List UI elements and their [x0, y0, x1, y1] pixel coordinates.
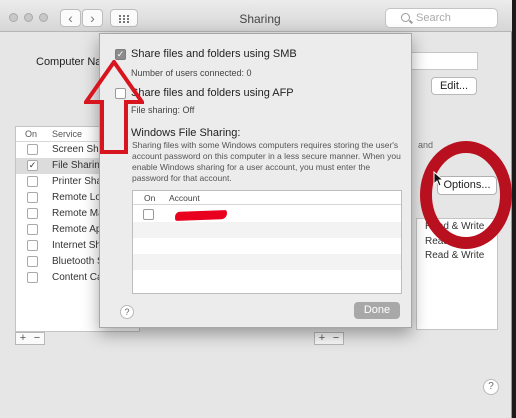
col-on-header: On	[144, 193, 156, 203]
help-button[interactable]: ?	[483, 379, 499, 395]
title-bar: ‹ › Sharing Search	[0, 0, 512, 32]
afp-label: Share files and folders using AFP	[131, 87, 294, 99]
service-checkbox[interactable]	[27, 224, 38, 235]
table-row	[133, 222, 401, 238]
zoom-window-button[interactable]	[39, 13, 48, 22]
col-on-header: On	[25, 129, 38, 139]
close-window-button[interactable]	[9, 13, 18, 22]
mouse-pointer-icon	[433, 171, 445, 187]
accounts-table: On Account	[132, 190, 402, 294]
accounts-header: On Account	[133, 191, 401, 205]
smb-checkbox[interactable]: ✓	[115, 49, 126, 60]
red-arrow-annotation	[84, 60, 144, 154]
smb-label: Share files and folders using SMB	[131, 48, 297, 60]
users-add-remove: + −	[314, 332, 344, 345]
table-row	[133, 254, 401, 270]
service-checkbox[interactable]	[27, 240, 38, 251]
col-service-header: Service	[52, 129, 83, 139]
show-all-grid-button[interactable]	[110, 9, 138, 27]
window-title: Sharing	[239, 12, 281, 26]
remove-service-button[interactable]: −	[30, 333, 44, 344]
service-label: Content Ca	[52, 272, 103, 283]
sharing-options-sheet: ✓ Share files and folders using SMB Numb…	[99, 33, 412, 328]
table-row[interactable]	[133, 206, 401, 222]
smb-status: Number of users connected: 0	[131, 68, 252, 78]
add-service-button[interactable]: +	[16, 333, 30, 344]
services-add-remove: + −	[15, 332, 45, 345]
service-label: Printer Sha	[52, 176, 103, 187]
service-label: Internet Sh	[52, 240, 101, 251]
back-button[interactable]: ‹	[60, 9, 81, 27]
search-icon	[401, 13, 410, 22]
forward-button[interactable]: ›	[82, 9, 103, 27]
windows-sharing-description: Sharing files with some Windows computer…	[132, 140, 401, 183]
service-label: Remote Ap	[52, 224, 102, 235]
service-label: File Sharing	[52, 160, 106, 171]
table-row	[133, 270, 401, 286]
search-field[interactable]: Search	[385, 8, 498, 28]
redaction-mark	[174, 210, 228, 221]
service-checkbox[interactable]: ✓	[27, 160, 38, 171]
sharing-window: ‹ › Sharing Search Computer Na Edit... O…	[0, 0, 512, 418]
table-row	[133, 238, 401, 254]
red-circle-annotation	[420, 141, 512, 249]
search-placeholder: Search	[416, 12, 451, 24]
sheet-help-button[interactable]: ?	[120, 305, 134, 319]
service-checkbox[interactable]	[27, 208, 38, 219]
service-checkbox[interactable]	[27, 256, 38, 267]
service-checkbox[interactable]	[27, 144, 38, 155]
edit-button[interactable]: Edit...	[431, 77, 477, 95]
account-checkbox[interactable]	[143, 209, 154, 220]
add-user-button[interactable]: +	[315, 333, 329, 344]
service-label: Bluetooth S	[52, 256, 104, 267]
col-account-header: Account	[169, 193, 200, 203]
done-button[interactable]: Done	[354, 302, 400, 319]
windows-sharing-heading: Windows File Sharing:	[131, 127, 241, 139]
service-label: Remote Ma	[52, 208, 104, 219]
service-checkbox[interactable]	[27, 272, 38, 283]
permission-item[interactable]: Read & Write	[425, 250, 484, 261]
minimize-window-button[interactable]	[24, 13, 33, 22]
service-checkbox[interactable]	[27, 192, 38, 203]
remove-user-button[interactable]: −	[329, 333, 343, 344]
service-checkbox[interactable]	[27, 176, 38, 187]
